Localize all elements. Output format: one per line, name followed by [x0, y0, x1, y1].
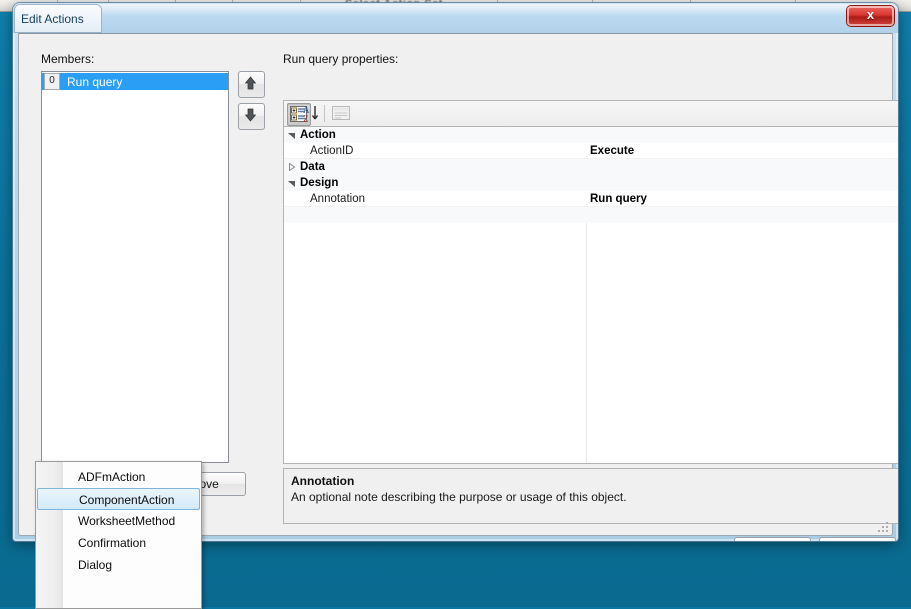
menu-item-dialog[interactable]: Dialog: [37, 554, 200, 576]
expanded-triangle-icon[interactable]: [284, 131, 300, 139]
arrow-down-icon: [244, 108, 257, 122]
arrow-up-icon: [244, 76, 257, 90]
resize-grip[interactable]: [877, 521, 889, 533]
menu-item-worksheetmethod[interactable]: WorksheetMethod: [37, 510, 200, 532]
ok-button[interactable]: OK: [734, 537, 811, 541]
toolbar-divider: [324, 105, 325, 122]
add-dropdown-menu[interactable]: ADFmAction ComponentAction WorksheetMeth…: [35, 461, 202, 609]
property-row[interactable]: Annotation Run query: [284, 191, 898, 207]
property-value[interactable]: Execute: [590, 145, 634, 157]
menu-item-confirmation[interactable]: Confirmation: [37, 532, 200, 554]
cancel-button[interactable]: Cancel: [819, 537, 896, 541]
property-description-panel: Annotation An optional note describing t…: [283, 468, 898, 524]
member-label: Run query: [67, 74, 123, 89]
category-label: Data: [300, 161, 325, 173]
members-label: Members:: [41, 52, 95, 66]
property-grid-toolbar: A Z: [283, 100, 898, 126]
description-title: Annotation: [291, 474, 355, 488]
property-pages-icon: [332, 106, 350, 120]
move-down-button[interactable]: [238, 103, 265, 130]
svg-text:Z: Z: [303, 114, 309, 124]
list-item[interactable]: 0 Run query: [42, 73, 228, 90]
property-pages-button: [330, 103, 352, 124]
alphabetical-sort-icon: A Z: [303, 105, 319, 124]
alphabetical-sort-button[interactable]: A Z: [300, 103, 322, 124]
property-name: ActionID: [310, 144, 354, 157]
property-name: Annotation: [310, 192, 365, 205]
property-grid[interactable]: Action ActionID Execute Data Design Anno…: [283, 126, 898, 464]
property-grid-filler: [284, 207, 898, 223]
collapsed-triangle-icon[interactable]: [284, 163, 300, 171]
close-icon: x: [866, 7, 875, 22]
property-row[interactable]: ActionID Execute: [284, 143, 898, 159]
category-label: Action: [300, 129, 336, 141]
expanded-triangle-icon[interactable]: [284, 179, 300, 187]
dialog-title: Edit Actions: [21, 12, 84, 26]
description-text: An optional note describing the purpose …: [291, 490, 627, 504]
move-up-button[interactable]: [238, 71, 265, 98]
category-label: Design: [300, 177, 339, 189]
dialog-title-bar: [13, 3, 898, 33]
menu-item-adfmaction[interactable]: ADFmAction: [37, 466, 200, 488]
properties-header: Run query properties:: [283, 52, 399, 66]
property-category-row[interactable]: Data: [284, 159, 898, 175]
close-button[interactable]: x: [847, 6, 894, 26]
member-index: 0: [44, 73, 60, 90]
property-category-row[interactable]: Design: [284, 175, 898, 191]
property-value[interactable]: Run query: [590, 193, 647, 205]
menu-item-componentaction[interactable]: ComponentAction: [37, 488, 200, 510]
property-category-row[interactable]: Action: [284, 127, 898, 143]
members-listbox[interactable]: 0 Run query: [41, 71, 229, 463]
